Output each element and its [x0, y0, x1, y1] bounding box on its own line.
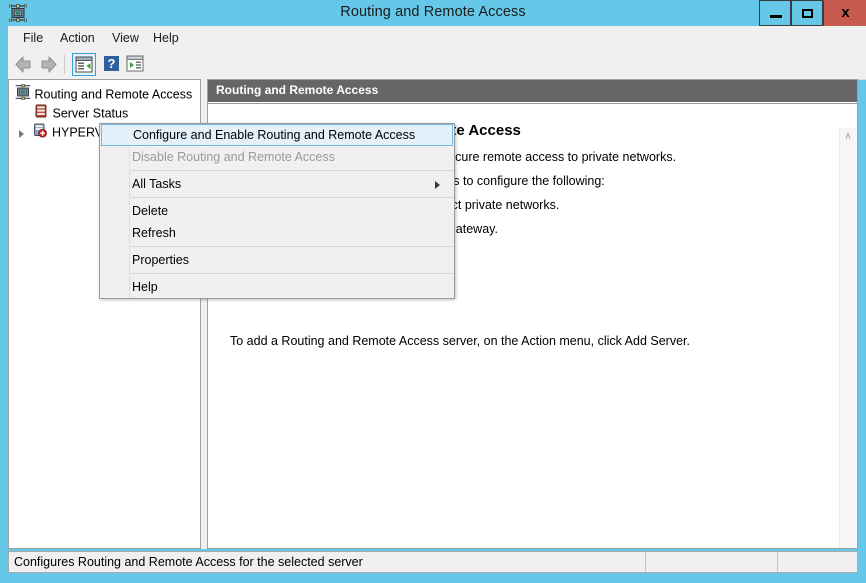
status-bar: Configures Routing and Remote Access for… — [8, 551, 858, 573]
context-menu-item-refresh[interactable]: Refresh — [100, 222, 454, 244]
help-icon[interactable]: ? — [100, 53, 124, 76]
status-message: Configures Routing and Remote Access for… — [14, 555, 363, 569]
title-bar: Routing and Remote Access x — [0, 0, 866, 26]
tree-node-label: Server Status — [52, 106, 129, 121]
close-icon: x — [841, 4, 850, 21]
menu-file[interactable]: File — [16, 29, 50, 47]
tree-node-routing-and-remote-access[interactable]: Routing and Remote Access — [15, 84, 192, 103]
svg-text:?: ? — [108, 56, 116, 71]
toolbar-separator — [64, 55, 65, 74]
context-menu-item-configure-and-enable[interactable]: Configure and Enable Routing and Remote … — [101, 124, 453, 146]
context-menu-separator — [131, 273, 454, 274]
menu-action[interactable]: Action — [53, 29, 102, 47]
content-header-title: Routing and Remote Access — [216, 83, 379, 97]
tree-node-server-status[interactable]: Server Status — [33, 103, 128, 122]
menu-help[interactable]: Help — [146, 29, 186, 47]
minimize-button[interactable] — [759, 0, 791, 26]
context-menu-item-all-tasks[interactable]: All Tasks — [100, 173, 454, 195]
minimize-icon — [770, 15, 782, 18]
rras-root-icon — [15, 84, 31, 106]
add-server-hint: To add a Routing and Remote Access serve… — [230, 334, 690, 348]
content-vertical-scrollbar[interactable]: ∧ ∨ — [839, 128, 856, 548]
tree-node-label: HYPERV — [51, 125, 104, 140]
context-menu: Configure and Enable Routing and Remote … — [99, 123, 455, 299]
context-menu-item-delete[interactable]: Delete — [100, 200, 454, 222]
submenu-arrow-icon — [435, 181, 440, 189]
server-node-icon — [32, 122, 48, 144]
content-header-bar: Routing and Remote Access — [208, 80, 857, 102]
tree-node-label: Routing and Remote Access — [34, 87, 193, 102]
chevron-right-icon[interactable] — [15, 124, 29, 143]
context-menu-separator — [131, 197, 454, 198]
back-icon[interactable] — [12, 53, 36, 76]
context-menu-item-properties[interactable]: Properties — [100, 249, 454, 271]
window-title: Routing and Remote Access — [340, 4, 526, 20]
context-menu-item-label: All Tasks — [132, 177, 182, 191]
context-menu-separator — [131, 246, 454, 247]
maximize-icon — [802, 9, 813, 18]
forward-icon[interactable] — [36, 53, 60, 76]
close-button[interactable]: x — [823, 0, 866, 26]
status-separator — [645, 552, 646, 572]
toolbar: ? — [8, 50, 866, 80]
menu-view[interactable]: View — [105, 29, 146, 47]
show-action-pane-icon[interactable] — [124, 53, 148, 76]
context-menu-item-help[interactable]: Help — [100, 276, 454, 298]
show-console-tree-icon[interactable] — [72, 53, 96, 76]
menu-bar: File Action View Help — [8, 26, 866, 50]
app-window: Routing and Remote Access x File Action … — [0, 0, 866, 583]
tree-node-hyperv[interactable]: HYPERV — [15, 122, 103, 141]
context-menu-separator — [131, 170, 454, 171]
maximize-button[interactable] — [791, 0, 823, 26]
scroll-up-icon[interactable]: ∧ — [840, 128, 856, 145]
status-separator — [777, 552, 778, 572]
context-menu-item-disable: Disable Routing and Remote Access — [132, 150, 335, 164]
